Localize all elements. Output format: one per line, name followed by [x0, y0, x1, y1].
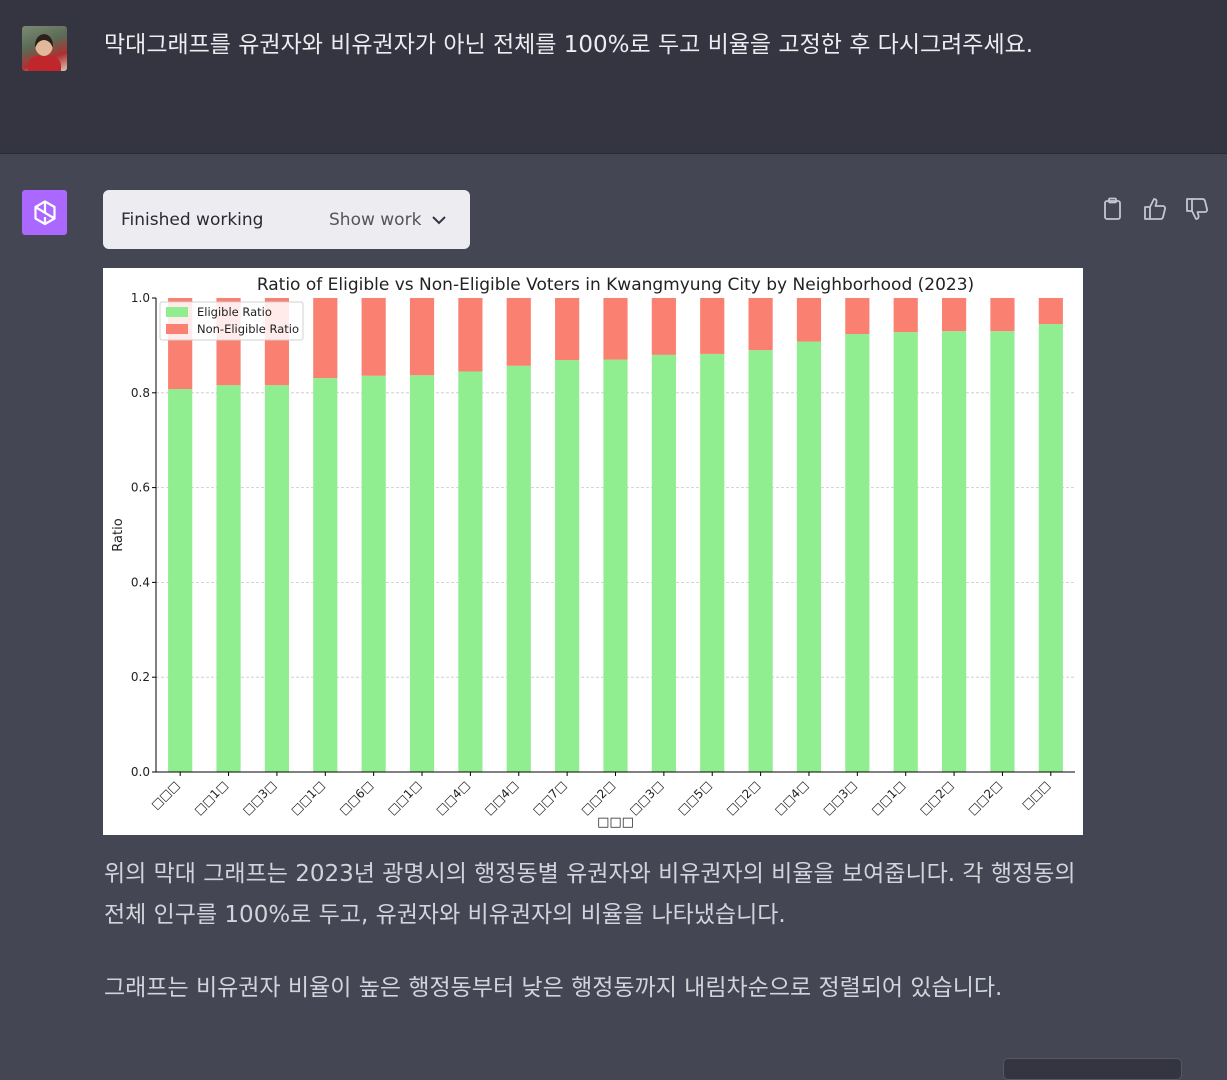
eligible-bar: [506, 365, 531, 772]
non-eligible-bar: [990, 298, 1015, 332]
x-tick-label: □□2□: [965, 778, 1004, 817]
non-eligible-bar: [506, 298, 531, 366]
y-tick-label: 0.2: [131, 670, 150, 684]
chart-title: Ratio of Eligible vs Non-Eligible Voters…: [257, 275, 974, 295]
non-eligible-bar: [361, 298, 386, 376]
y-tick-label: 1.0: [131, 291, 150, 305]
work-status-box[interactable]: Finished working Show work: [103, 190, 470, 249]
user-message-text: 막대그래프를 유권자와 비유권자가 아닌 전체를 100%로 두고 비율을 고정…: [104, 32, 1034, 58]
x-tick-label: □□2□: [723, 778, 762, 817]
x-tick-label: □□3□: [240, 778, 279, 817]
x-tick-label: □□□: [148, 778, 182, 812]
openai-logo-icon: [22, 190, 67, 235]
non-eligible-bar: [748, 298, 773, 351]
x-tick-label: □□7□: [530, 778, 569, 817]
chart-svg: 0.00.20.40.60.81.0□□□ □□1□ □□3□ □□1□ □□6□ □□1…: [111, 275, 1075, 830]
clipboard-icon[interactable]: [1100, 196, 1126, 222]
eligible-bar: [748, 350, 773, 772]
eligible-bar: [313, 378, 338, 772]
y-tick-label: 0.8: [131, 386, 150, 400]
x-tick-label: □□1□: [288, 778, 327, 817]
eligible-bar: [458, 371, 483, 772]
eligible-bar: [893, 332, 918, 772]
eligible-bar: [603, 359, 628, 772]
y-tick-label: 0.6: [131, 481, 150, 495]
avatar-face: [35, 34, 53, 56]
non-eligible-bar: [313, 298, 338, 379]
ratio-bar-chart: 0.0 0.2 0.4 0.6 0.8 1.0 □□□ □□1□ □□3□ □□1□ □□6□ □□1…: [103, 268, 1083, 835]
legend-swatch-non-eligible: [166, 324, 188, 334]
non-eligible-bar: [893, 298, 918, 333]
x-tick-label: □□4□: [482, 778, 521, 817]
thumbs-up-icon[interactable]: [1142, 196, 1168, 222]
non-eligible-bar: [941, 298, 967, 332]
avatar-body: [28, 56, 61, 71]
y-axis-label: Ratio: [111, 518, 126, 551]
eligible-bar: [651, 354, 676, 772]
non-eligible-bar: [796, 298, 822, 342]
y-tick-label: 0.4: [131, 575, 150, 589]
x-tick-label: □□1□: [191, 778, 230, 817]
work-status-label: Finished working: [121, 210, 264, 230]
x-tick-label: □□3□: [820, 778, 859, 817]
eligible-bar: [700, 353, 725, 772]
eligible-bar: [409, 375, 435, 772]
show-work-button[interactable]: Show work: [329, 210, 421, 230]
eligible-bar: [990, 331, 1015, 772]
non-eligible-bar: [458, 298, 483, 372]
assistant-paragraph-1: 위의 막대 그래프는 2023년 광명시의 행정동별 유권자와 비유권자의 비율…: [104, 861, 1076, 928]
user-avatar: [22, 26, 67, 71]
y-tick-label: 0.0: [131, 765, 150, 779]
legend-label-non-eligible: Non-Eligible Ratio: [197, 322, 299, 336]
non-eligible-bar: [845, 298, 870, 335]
x-tick-label: □□2□: [917, 778, 956, 817]
non-eligible-bar: [700, 298, 725, 354]
eligible-bar: [1038, 324, 1063, 772]
eligible-bar: [845, 334, 870, 772]
x-tick-label: □□4□: [433, 778, 472, 817]
non-eligible-bar: [651, 298, 676, 355]
eligible-bar: [796, 341, 822, 772]
chevron-down-icon[interactable]: [431, 212, 447, 231]
x-tick-label: □□5□: [675, 778, 714, 817]
legend-label-eligible: Eligible Ratio: [197, 305, 272, 319]
openai-logo-svg: [33, 199, 56, 225]
eligible-bar: [555, 360, 580, 772]
non-eligible-bar: [1038, 298, 1063, 325]
x-tick-label: □□3□: [627, 778, 666, 817]
eligible-bar: [168, 389, 193, 772]
x-tick-label: □□2□: [578, 778, 617, 817]
non-eligible-bar: [603, 298, 628, 360]
non-eligible-bar: [409, 298, 435, 376]
regenerate-button[interactable]: [1003, 1058, 1182, 1080]
legend-swatch-eligible: [166, 307, 188, 317]
assistant-paragraph-2: 그래프는 비유권자 비율이 높은 행정동부터 낮은 행정동까지 내림차순으로 정…: [104, 975, 1003, 1001]
x-tick-label: □□1□: [385, 778, 424, 817]
x-tick-label: □□6□: [336, 778, 375, 817]
x-tick-label: □□□: [1019, 778, 1053, 812]
eligible-bar: [264, 385, 290, 772]
eligible-bar: [216, 385, 241, 772]
message-actions: [1100, 196, 1215, 222]
x-tick-label: □□1□: [868, 778, 907, 817]
x-tick-label: □□4□: [772, 778, 811, 817]
user-message-row: 막대그래프를 유권자와 비유권자가 아닌 전체를 100%로 두고 비율을 고정…: [0, 0, 1227, 154]
non-eligible-bar: [555, 298, 580, 361]
eligible-bar: [941, 331, 967, 772]
x-axis-label: □□□: [597, 815, 634, 830]
thumbs-down-icon[interactable]: [1184, 196, 1210, 222]
eligible-bar: [361, 375, 386, 772]
